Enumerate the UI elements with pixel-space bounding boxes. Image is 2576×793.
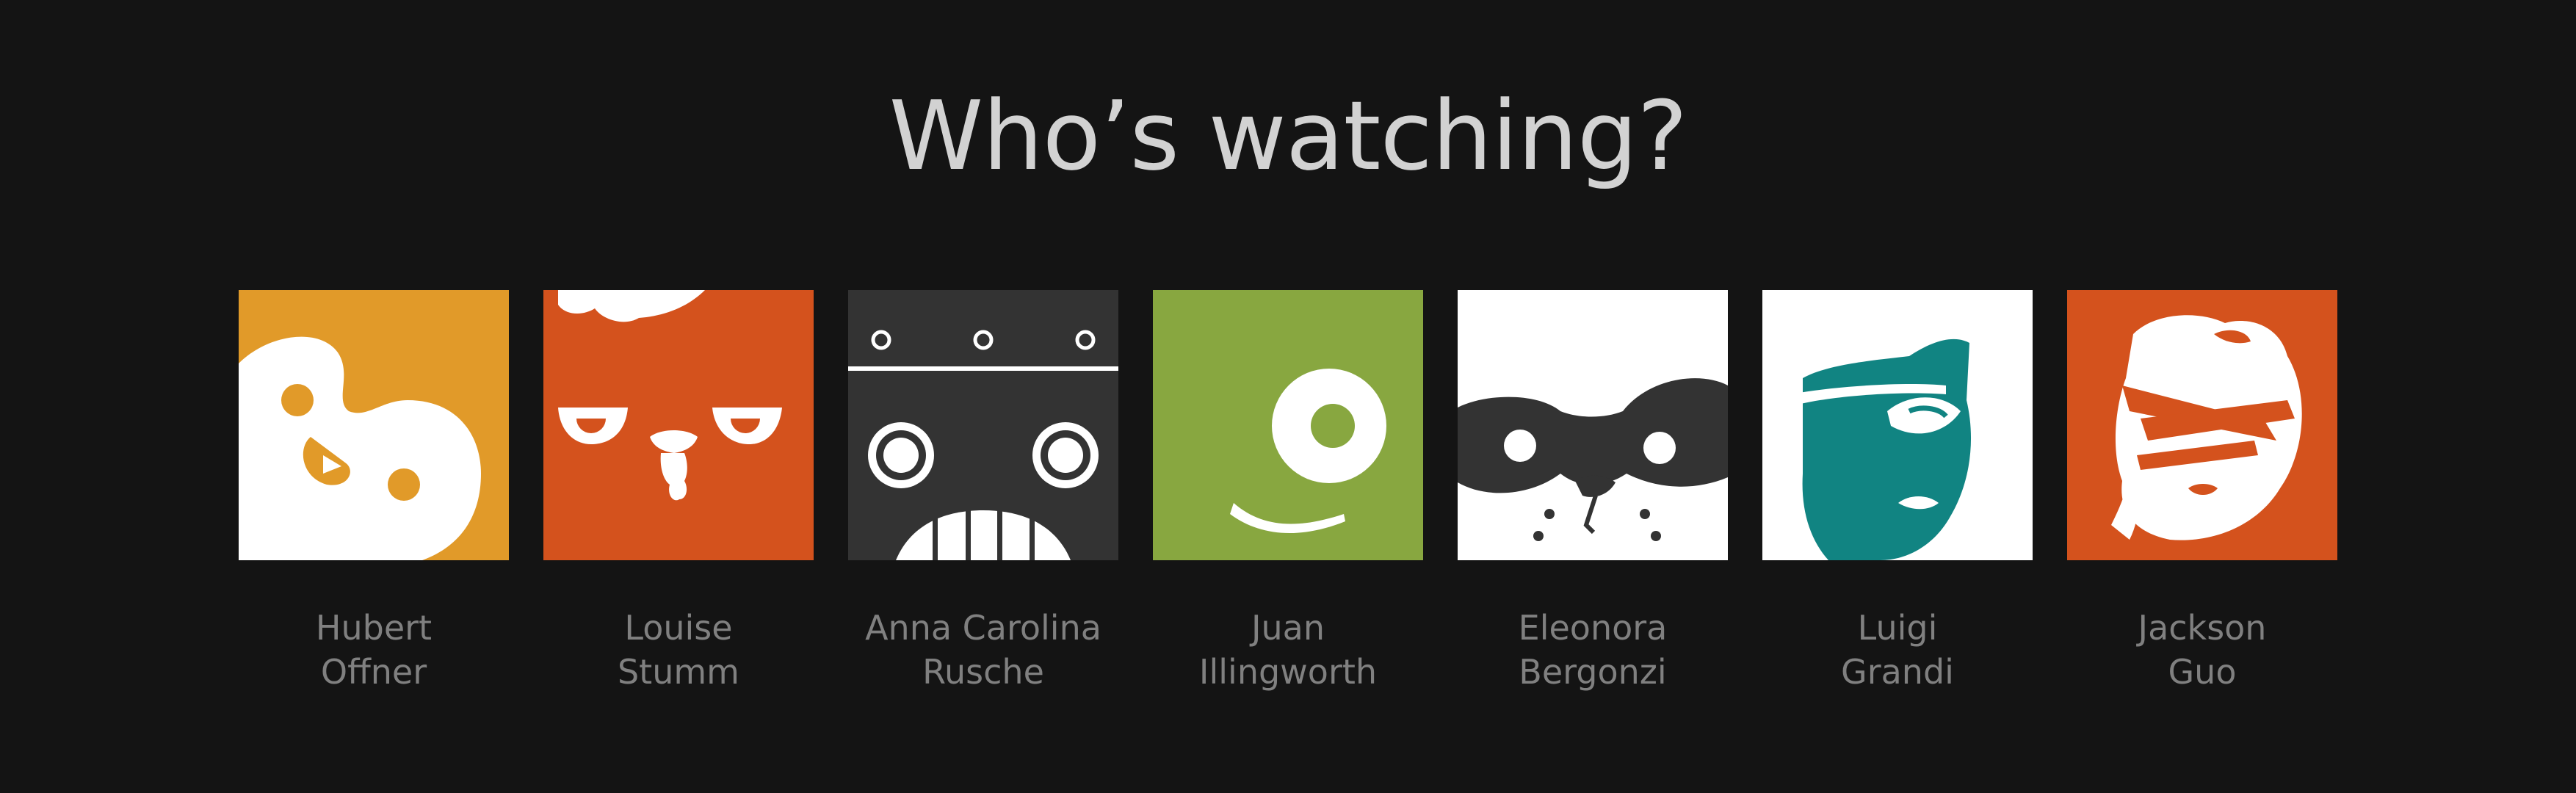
profile-last-name: Bergonzi	[1519, 652, 1667, 692]
red-chicken-avatar-icon[interactable]	[543, 290, 814, 560]
profile-first-name: Hubert	[315, 608, 433, 648]
profile-eleonora-bergonzi[interactable]: Eleonora Bergonzi	[1458, 290, 1728, 701]
profile-list: Hubert Offner Louise Stumm Anna Carolina…	[239, 290, 2337, 701]
profile-name[interactable]: Louise Stumm	[514, 606, 843, 694]
profile-last-name: Stumm	[617, 652, 739, 692]
profile-last-name: Rusche	[922, 652, 1044, 692]
profile-first-name: Louise	[624, 608, 733, 648]
page-title: Who’s watching?	[889, 80, 1688, 192]
profile-jackson-guo[interactable]: Jackson Guo	[2067, 290, 2337, 701]
profile-juan-illingworth[interactable]: Juan Illingworth	[1153, 290, 1423, 701]
profile-last-name: Offner	[320, 652, 427, 692]
masked-dog-avatar-icon[interactable]	[1458, 290, 1728, 560]
profile-last-name: Grandi	[1841, 652, 1954, 692]
yellow-smiley-avatar-icon[interactable]	[239, 290, 509, 560]
profile-first-name: Jackson	[2138, 608, 2267, 648]
profile-first-name: Eleonora	[1518, 608, 1668, 648]
profile-last-name: Illingworth	[1198, 652, 1378, 692]
profile-name[interactable]: Eleonora Bergonzi	[1428, 606, 1757, 694]
profile-last-name: Guo	[2168, 652, 2237, 692]
profile-louise-stumm[interactable]: Louise Stumm	[543, 290, 814, 701]
orange-bandana-avatar-icon[interactable]	[2067, 290, 2337, 560]
dark-robot-avatar-icon[interactable]	[848, 290, 1118, 560]
profile-first-name: Luigi	[1857, 608, 1938, 648]
profile-first-name: Anna Carolina	[865, 608, 1101, 648]
profile-hubert-offner[interactable]: Hubert Offner	[239, 290, 509, 701]
profile-name[interactable]: Jackson Guo	[2038, 606, 2367, 694]
profile-luigi-grandi[interactable]: Luigi Grandi	[1762, 290, 2033, 701]
profile-name[interactable]: Hubert Offner	[209, 606, 538, 694]
teal-pirate-avatar-icon[interactable]	[1762, 290, 2033, 560]
profile-name[interactable]: Anna Carolina Rusche	[819, 606, 1148, 694]
profile-anna-carolina-rusche[interactable]: Anna Carolina Rusche	[848, 290, 1118, 701]
profile-name[interactable]: Juan Illingworth	[1124, 606, 1452, 694]
green-cyclops-avatar-icon[interactable]	[1153, 290, 1423, 560]
profile-name[interactable]: Luigi Grandi	[1733, 606, 2062, 694]
profile-first-name: Juan	[1251, 608, 1325, 648]
